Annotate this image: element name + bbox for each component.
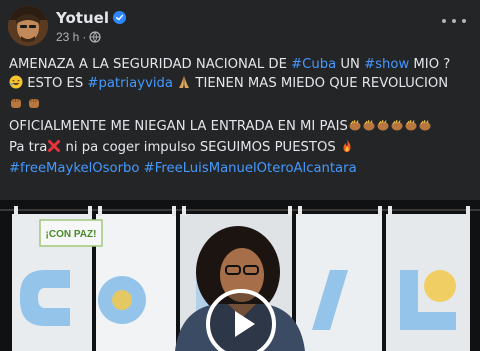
post-meta: 23 h · [56,30,126,44]
rofl-emoji-icon [9,75,23,95]
post-line-3 [9,95,475,116]
praying-hands-emoji-icon [177,75,191,95]
text-segment: OFICIALMENTE ME NIEGAN LA ENTRADA EN MI … [9,118,348,134]
hashtag-freemaykelosorbo[interactable]: #freeMaykelOsorbo [9,161,139,176]
clapping-hands-emoji-icon [348,118,362,138]
hashtag-show[interactable]: #show [364,57,409,72]
more-dot [462,19,466,23]
play-icon[interactable] [206,289,276,351]
author-name-row: Yotuel [56,9,126,27]
clapping-hands-emoji-icon [376,118,390,138]
facebook-post: Yotuel 23 h · AMENAZA A LA SEGURIDAD NAC… [0,0,480,351]
author-block: Yotuel 23 h · [56,9,126,44]
post-line-4: OFICIALMENTE ME NIEGAN LA ENTRADA EN MI … [9,117,475,138]
text-segment: Pa tra [9,139,48,155]
hashtag-patriayvida[interactable]: #patriayvida [87,76,173,91]
text-segment: ESTO ES [23,76,88,92]
hashtag-cuba[interactable]: #Cuba [291,57,336,72]
globe-icon[interactable] [89,30,101,43]
meta-separator: · [82,29,87,44]
video-sign-text: ¡CON PAZ! [46,229,97,240]
cross-mark-emoji-icon [47,139,61,159]
text-segment: TIENEN MAS MIEDO QUE REVOLUCION [191,76,449,92]
post-line-6: #freeMaykelOsorbo #FreeLuisManuelOteroAl… [9,159,475,178]
hashtag-freeluismanuelotero[interactable]: #FreeLuisManuelOteroAlcantara [144,161,357,176]
raised-fist-emoji-icon [9,96,23,116]
post-text: AMENAZA A LA SEGURIDAD NACIONAL DE #Cuba… [9,55,475,178]
clapping-hands-emoji-icon [404,118,418,138]
text-segment: ni pa coger impulso SEGUIMOS PUESTOS [61,139,340,155]
post-line-5: Pa tra ni pa coger impulso SEGUIMOS PUES… [9,138,475,159]
post-line-1: AMENAZA A LA SEGURIDAD NACIONAL DE #Cuba… [9,55,475,74]
post-line-2: ESTO ES #patriayvida TIENEN MAS MIEDO QU… [9,74,475,95]
text-segment: MIO ? [409,57,451,72]
raised-fist-emoji-icon [27,96,41,116]
verified-badge-icon [112,11,126,24]
text-segment: AMENAZA A LA SEGURIDAD NACIONAL DE [9,57,292,72]
text-segment: UN [336,57,365,72]
author-name[interactable]: Yotuel [56,9,109,27]
fire-emoji-icon [340,139,354,159]
post-timestamp[interactable]: 23 h [56,30,79,44]
post-header: Yotuel 23 h · [8,6,126,46]
more-dot [452,19,456,23]
clapping-hands-emoji-icon [362,118,376,138]
clapping-hands-emoji-icon [418,118,432,138]
more-options-icon[interactable] [442,14,466,28]
author-avatar[interactable] [8,6,48,46]
more-dot [442,19,446,23]
clapping-hands-emoji-icon [390,118,404,138]
